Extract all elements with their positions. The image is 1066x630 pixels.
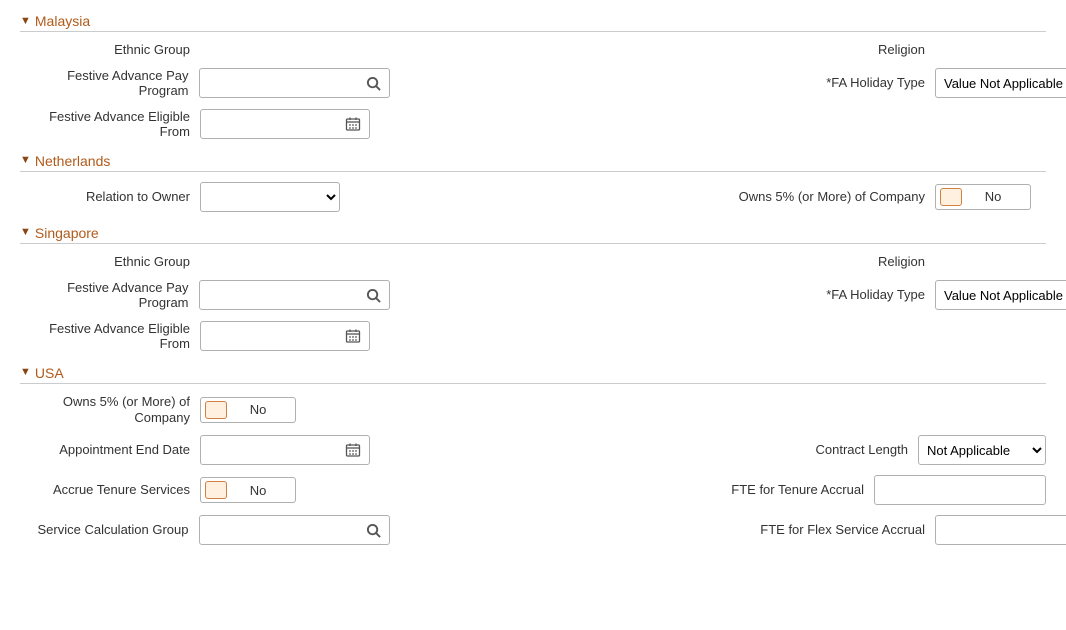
toggle-knob <box>205 401 227 419</box>
fa-holiday-label: *FA Holiday Type <box>590 287 935 303</box>
fap-input[interactable] <box>208 287 366 304</box>
calendar-icon[interactable] <box>345 442 361 458</box>
chevron-down-icon: ▼ <box>20 227 31 238</box>
religion-label: Religion <box>590 254 935 270</box>
toggle-text: No <box>237 402 291 417</box>
section-title: Malaysia <box>35 13 90 29</box>
fap-lookup[interactable] <box>199 280 390 310</box>
ethnic-group-label: Ethnic Group <box>20 42 200 58</box>
search-icon[interactable] <box>366 288 381 303</box>
section-header-usa[interactable]: ▼ USA <box>20 362 1046 384</box>
fap-lookup[interactable] <box>199 68 390 98</box>
chevron-down-icon: ▼ <box>20 16 31 27</box>
owns5-label: Owns 5% (or More) of Company <box>590 189 935 205</box>
fa-eligible-label: Festive Advance Eligible From <box>20 321 200 352</box>
ethnic-group-label: Ethnic Group <box>20 254 200 270</box>
accrue-label: Accrue Tenure Services <box>20 482 200 498</box>
fte-flex-label: FTE for Flex Service Accrual <box>590 522 935 538</box>
calendar-icon[interactable] <box>345 328 361 344</box>
section-title: Netherlands <box>35 153 111 169</box>
owns5-toggle[interactable]: No <box>935 184 1031 210</box>
section-title: Singapore <box>35 225 99 241</box>
relation-owner-select[interactable] <box>200 182 340 212</box>
fa-holiday-select[interactable]: Value Not Applicable <box>935 68 1066 98</box>
section-header-malaysia[interactable]: ▼ Malaysia <box>20 10 1046 32</box>
fap-input[interactable] <box>208 75 366 92</box>
fa-eligible-input[interactable] <box>209 328 345 345</box>
toggle-text: No <box>237 483 291 498</box>
toggle-text: No <box>972 189 1026 204</box>
appt-end-date[interactable] <box>200 435 370 465</box>
fa-eligible-date[interactable] <box>200 109 370 139</box>
section-header-netherlands[interactable]: ▼ Netherlands <box>20 150 1046 172</box>
fte-flex-input[interactable] <box>935 515 1066 545</box>
section-header-singapore[interactable]: ▼ Singapore <box>20 222 1046 244</box>
calendar-icon[interactable] <box>345 116 361 132</box>
fa-eligible-input[interactable] <box>209 116 345 133</box>
appt-end-input[interactable] <box>209 442 345 459</box>
fa-holiday-label: *FA Holiday Type <box>590 75 935 91</box>
fte-tenure-input[interactable] <box>874 475 1046 505</box>
chevron-down-icon: ▼ <box>20 155 31 166</box>
owns5-label: Owns 5% (or More) of Company <box>20 394 200 425</box>
scg-input[interactable] <box>208 522 366 539</box>
chevron-down-icon: ▼ <box>20 367 31 378</box>
fap-label: Festive Advance Pay Program <box>20 68 199 99</box>
search-icon[interactable] <box>366 76 381 91</box>
contract-length-label: Contract Length <box>573 442 918 458</box>
religion-label: Religion <box>590 42 935 58</box>
appt-end-label: Appointment End Date <box>20 442 200 458</box>
toggle-knob <box>205 481 227 499</box>
fa-eligible-date[interactable] <box>200 321 370 351</box>
fte-tenure-label: FTE for Tenure Accrual <box>529 482 874 498</box>
fap-label: Festive Advance Pay Program <box>20 280 199 311</box>
relation-owner-label: Relation to Owner <box>20 189 200 205</box>
accrue-toggle[interactable]: No <box>200 477 296 503</box>
scg-label: Service Calculation Group <box>20 522 199 538</box>
contract-length-select[interactable]: Not Applicable <box>918 435 1046 465</box>
owns5-toggle[interactable]: No <box>200 397 296 423</box>
fa-eligible-label: Festive Advance Eligible From <box>20 109 200 140</box>
toggle-knob <box>940 188 962 206</box>
search-icon[interactable] <box>366 523 381 538</box>
section-title: USA <box>35 365 64 381</box>
scg-lookup[interactable] <box>199 515 390 545</box>
fa-holiday-select[interactable]: Value Not Applicable <box>935 280 1066 310</box>
